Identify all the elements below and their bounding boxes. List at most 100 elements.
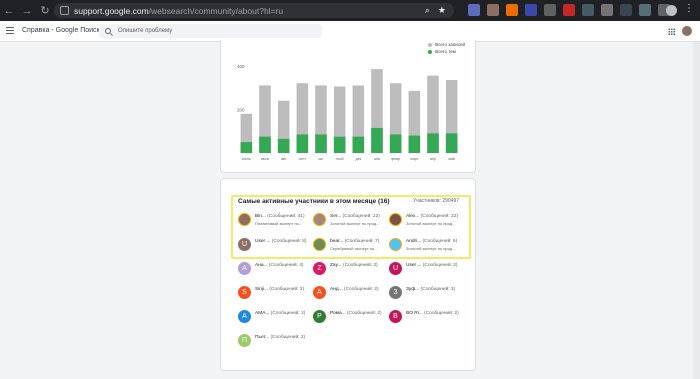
member-name[interactable]: Пьет... xyxy=(255,335,270,340)
y-tick-label: 400 xyxy=(237,64,245,69)
site-info-icon[interactable] xyxy=(60,6,69,15)
member-item[interactable]: A Ана... (Сообщений: 4) xyxy=(238,262,304,275)
member-item[interactable]: P Рома... (Сообщений: 2) xyxy=(313,310,382,323)
account-avatar[interactable] xyxy=(681,25,693,37)
member-item[interactable]: U User ... (Сообщений: 8) xyxy=(238,238,306,251)
member-text: Анд... (Сообщений: 2) xyxy=(330,287,379,292)
member-name[interactable]: Andri... xyxy=(406,239,423,244)
member-name[interactable]: bear... xyxy=(330,239,345,244)
extension-icon[interactable] xyxy=(582,4,594,16)
profile-icon[interactable] xyxy=(666,5,677,16)
back-icon[interactable]: ← xyxy=(0,0,18,21)
address-bar[interactable]: support.google.com/websearch/community/a… xyxy=(54,3,454,18)
member-item[interactable]: З Зуф... (Сообщений: 3) xyxy=(389,286,455,299)
member-avatar[interactable]: П xyxy=(238,334,251,347)
member-avatar[interactable] xyxy=(313,238,326,251)
member-item[interactable]: Andri... (Сообщений: 6) Золотой эксперт п… xyxy=(389,238,457,251)
reload-icon[interactable]: ↻ xyxy=(36,0,54,21)
bar-total-topics[interactable] xyxy=(427,133,439,153)
member-text: Zay... (Сообщений: 3) xyxy=(330,263,378,268)
bar-total-topics[interactable] xyxy=(389,134,402,153)
bar-total-topics[interactable] xyxy=(352,136,365,153)
help-search-input[interactable]: Опишите проблему xyxy=(99,24,322,38)
hamburger-menu-icon[interactable] xyxy=(6,27,14,34)
extension-icon[interactable] xyxy=(487,4,499,16)
member-name[interactable]: Ана... xyxy=(255,263,269,268)
extension-icon[interactable] xyxy=(601,4,613,16)
member-item[interactable]: A Анд... (Сообщений: 2) xyxy=(313,286,379,299)
member-avatar[interactable] xyxy=(389,238,402,251)
member-avatar[interactable] xyxy=(313,213,326,226)
extension-icon[interactable] xyxy=(525,4,537,16)
app-title[interactable]: Справка - Google Поиск xyxy=(22,27,100,34)
member-name-line: Bin... (Сообщений: 41) xyxy=(255,214,305,219)
forward-icon[interactable]: → xyxy=(18,0,36,21)
member-avatar[interactable]: A xyxy=(238,310,251,323)
member-post-count: (Сообщений: 2) xyxy=(346,311,382,316)
member-avatar[interactable]: З xyxy=(389,286,402,299)
member-avatar[interactable]: U xyxy=(238,238,251,251)
zoom-icon[interactable]: ⌕ xyxy=(425,5,430,16)
scrollbar[interactable] xyxy=(693,42,700,379)
member-badge: Платиновый эксперт по... xyxy=(255,221,303,226)
bar-total-topics[interactable] xyxy=(259,136,271,153)
google-apps-icon[interactable] xyxy=(668,28,675,35)
member-name[interactable]: Bin... xyxy=(255,214,267,219)
member-name[interactable]: Анд... xyxy=(330,287,344,292)
member-name[interactable]: Zay... xyxy=(330,263,343,268)
bar-total-topics[interactable] xyxy=(296,134,309,153)
member-name-line: Рома... (Сообщений: 2) xyxy=(330,311,382,316)
members-count: Участников: 290497 xyxy=(413,198,460,204)
member-item[interactable]: П Пьет... (Сообщений: 2) xyxy=(238,334,305,347)
bookmark-star-icon[interactable]: ★ xyxy=(438,5,446,16)
bar-total-topics[interactable] xyxy=(333,136,346,153)
member-name[interactable]: Ser... xyxy=(330,214,343,219)
x-tick-label: июнь xyxy=(242,157,251,161)
bar-total-topics[interactable] xyxy=(315,134,327,153)
member-name[interactable]: BO Ri... xyxy=(406,311,424,316)
member-name-line: Sinji... (Сообщений: 3) xyxy=(255,287,304,292)
member-item[interactable]: A AMA... (Сообщений: 2) xyxy=(238,310,305,323)
member-item[interactable]: Alex... (Сообщений: 22) Золотой эксперт п… xyxy=(389,213,458,226)
member-item[interactable]: U User ... (Сообщений: 3) xyxy=(389,262,457,275)
member-name[interactable]: User ... xyxy=(406,263,423,268)
member-name[interactable]: Alex... xyxy=(406,214,421,219)
member-text: bear... (Сообщений: 7) Серебряный эксперт… xyxy=(330,239,379,251)
bar-total-topics[interactable] xyxy=(371,127,383,153)
bar-total-topics[interactable] xyxy=(240,142,253,153)
member-name[interactable]: Рома... xyxy=(330,311,347,316)
extension-icon[interactable] xyxy=(620,4,632,16)
member-item[interactable]: B BO Ri... (Сообщений: 2) xyxy=(389,310,459,323)
extension-icon[interactable] xyxy=(563,4,575,16)
member-name-line: Зуф... (Сообщений: 3) xyxy=(406,287,455,292)
extension-icon[interactable] xyxy=(544,4,556,16)
member-avatar[interactable]: B xyxy=(389,310,402,323)
member-name[interactable]: Зуф... xyxy=(406,287,421,292)
member-avatar[interactable]: A xyxy=(313,286,326,299)
member-avatar[interactable]: Z xyxy=(313,262,326,275)
member-post-count: (Сообщений: 8) xyxy=(271,239,307,244)
member-item[interactable]: Ser... (Сообщений: 22) Золотой эксперт по… xyxy=(313,213,380,226)
x-tick-label: дек xyxy=(355,157,361,161)
member-avatar[interactable]: S xyxy=(238,286,251,299)
member-item[interactable]: Z Zay... (Сообщений: 3) xyxy=(313,262,378,275)
extension-icon[interactable] xyxy=(639,4,651,16)
member-avatar[interactable] xyxy=(238,213,251,226)
member-avatar[interactable]: A xyxy=(238,262,251,275)
browser-menu-icon[interactable]: ⋮ xyxy=(684,3,694,14)
member-avatar[interactable]: U xyxy=(389,262,402,275)
member-name[interactable]: User ... xyxy=(255,239,272,244)
member-avatar[interactable] xyxy=(389,213,402,226)
member-item[interactable]: Bin... (Сообщений: 41) Платиновый эксперт… xyxy=(238,213,305,226)
bar-total-topics[interactable] xyxy=(277,138,290,153)
member-name[interactable]: Sinji... xyxy=(255,287,269,292)
member-item[interactable]: S Sinji... (Сообщений: 3) xyxy=(238,286,304,299)
bar-total-topics[interactable] xyxy=(445,133,458,153)
member-name[interactable]: AMA... xyxy=(255,311,271,316)
bar-total-topics[interactable] xyxy=(408,135,421,153)
member-avatar[interactable]: P xyxy=(313,310,326,323)
extension-icon[interactable] xyxy=(506,4,518,16)
member-name-line: Ser... (Сообщений: 22) xyxy=(330,214,380,219)
extension-icon[interactable] xyxy=(468,4,480,16)
member-item[interactable]: bear... (Сообщений: 7) Серебряный эксперт… xyxy=(313,238,379,251)
